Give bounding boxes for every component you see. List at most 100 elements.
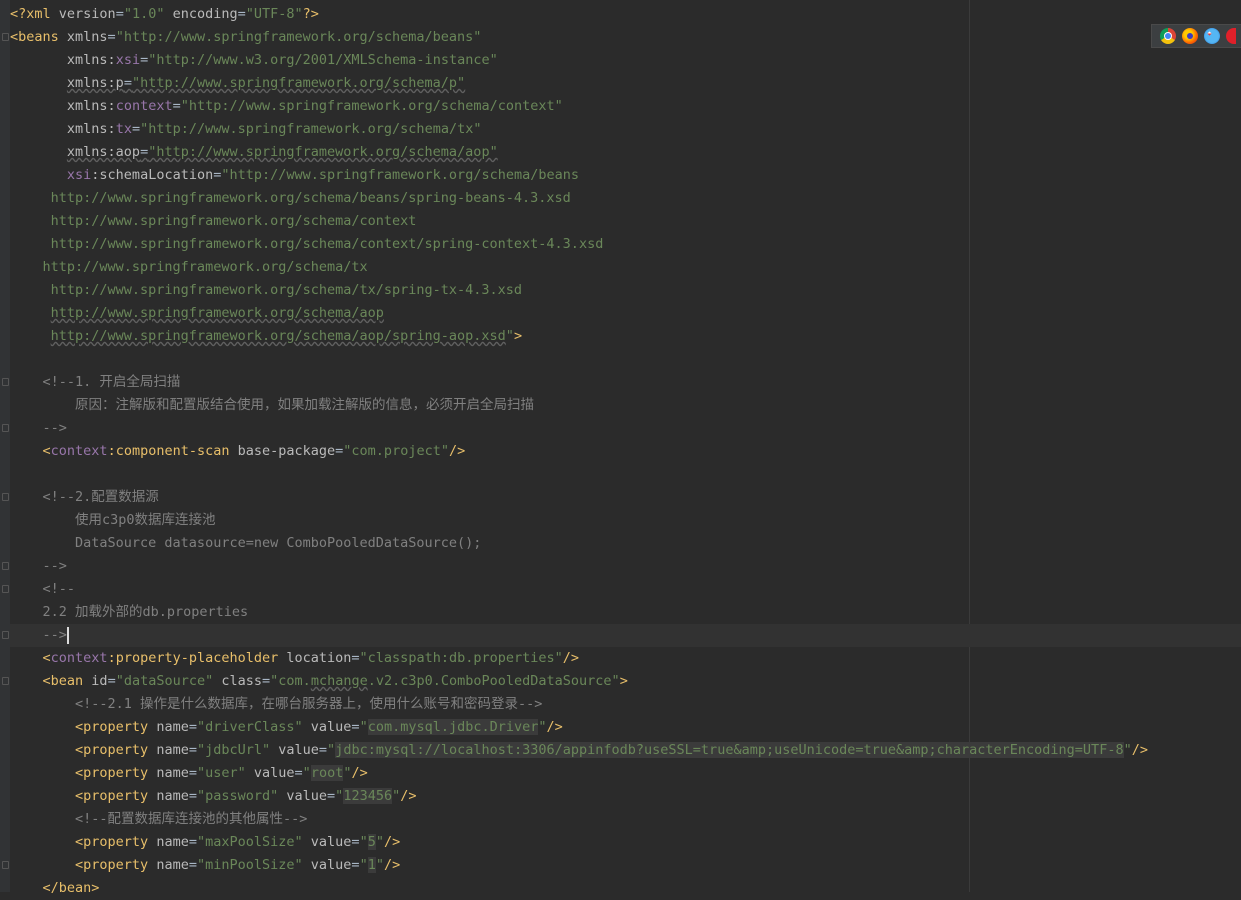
code-token: = xyxy=(188,719,197,735)
code-line[interactable]: 原因：注解版和配置版结合使用，如果加载注解版的信息，必须开启全局扫描 xyxy=(10,394,1241,417)
code-line[interactable]: --> xyxy=(2,417,1241,440)
code-token: value xyxy=(302,719,352,735)
code-token: xmlns: xyxy=(66,121,116,137)
code-line[interactable]: http://www.springframework.org/schema/tx xyxy=(10,256,1241,279)
fold-marker-icon[interactable] xyxy=(2,424,9,432)
code-line[interactable]: xmlns:tx="http://www.springframework.org… xyxy=(10,118,1241,141)
fold-marker-icon[interactable] xyxy=(2,677,9,685)
code-line[interactable]: <beans xmlns="http://www.springframework… xyxy=(2,26,1241,49)
code-token: /> xyxy=(383,857,401,873)
code-token: " xyxy=(375,857,384,873)
code-token: "com.project" xyxy=(343,443,449,459)
fold-marker-icon[interactable] xyxy=(2,378,9,386)
code-line[interactable]: 使用c3p0数据库连接池 xyxy=(10,509,1241,532)
safari-icon[interactable] xyxy=(1204,28,1220,44)
code-token: context xyxy=(115,98,173,114)
code-line[interactable]: DataSource datasource=new ComboPooledDat… xyxy=(10,532,1241,555)
fold-marker-icon[interactable] xyxy=(2,585,9,593)
code-line[interactable]: xmlns:aop="http://www.springframework.or… xyxy=(10,141,1241,164)
code-token: /> xyxy=(1131,742,1148,758)
code-token: <!--1. 开启全局扫描 xyxy=(10,374,181,390)
code-token: "http://www.w3.org/2001/XMLSchema-instan… xyxy=(148,52,498,68)
code-line[interactable]: http://www.springframework.org/schema/co… xyxy=(10,210,1241,233)
code-token: "1.0" xyxy=(123,6,165,22)
code-token: "http://www.springframework.org/schema/t… xyxy=(140,121,482,137)
code-line[interactable]: <context:property-placeholder location="… xyxy=(10,647,1241,670)
code-line[interactable]: http://www.springframework.org/schema/co… xyxy=(10,233,1241,256)
browser-preview-bar xyxy=(1151,24,1241,48)
code-line[interactable]: <property name="user" value="root"/> xyxy=(10,762,1241,785)
code-line[interactable]: <property name="driverClass" value="com.… xyxy=(10,716,1241,739)
firefox-icon[interactable] xyxy=(1182,28,1198,44)
code-line[interactable]: http://www.springframework.org/schema/ao… xyxy=(10,325,1241,348)
code-token: = xyxy=(351,857,360,873)
code-token: <property xyxy=(75,788,157,804)
code-line[interactable]: xmlns:context="http://www.springframewor… xyxy=(10,95,1241,118)
editor-gutter[interactable] xyxy=(0,0,10,892)
code-line[interactable]: http://www.springframework.org/schema/ao… xyxy=(10,302,1241,325)
code-line[interactable]: <property name="minPoolSize" value="1"/> xyxy=(2,854,1241,877)
code-token: tx xyxy=(115,121,132,137)
fold-marker-icon[interactable] xyxy=(2,631,9,639)
code-line[interactable]: </bean> xyxy=(10,877,1241,900)
code-line[interactable]: http://www.springframework.org/schema/tx… xyxy=(10,279,1241,302)
code-line[interactable]: xmlns:xsi="http://www.w3.org/2001/XMLSch… xyxy=(10,49,1241,72)
code-token: value xyxy=(302,834,352,850)
code-editor[interactable]: <?xml version="1.0" encoding="UTF-8"?> <b… xyxy=(2,3,1241,900)
code-line[interactable]: <property name="jdbcUrl" value="jdbc:mys… xyxy=(10,739,1241,762)
code-line[interactable]: --> xyxy=(2,624,1241,647)
code-line[interactable]: http://www.springframework.org/schema/be… xyxy=(10,187,1241,210)
code-token: "com. xyxy=(270,673,311,689)
code-token: base-package xyxy=(237,443,336,459)
code-line[interactable]: <!-- xyxy=(2,578,1241,601)
code-token: 5 xyxy=(367,834,376,850)
code-token: xmlns xyxy=(66,29,108,45)
code-line[interactable]: 2.2 加载外部的db.properties xyxy=(10,601,1241,624)
code-line[interactable]: <!--1. 开启全局扫描 xyxy=(2,371,1241,394)
code-token: :component-scan xyxy=(107,443,238,459)
fold-marker-icon[interactable] xyxy=(2,33,9,41)
code-line[interactable]: <?xml version="1.0" encoding="UTF-8"?> xyxy=(10,3,1241,26)
opera-icon[interactable] xyxy=(1226,28,1236,44)
chrome-icon[interactable] xyxy=(1160,28,1176,44)
code-line[interactable]: <!--2.配置数据源 xyxy=(2,486,1241,509)
code-line[interactable]: <!--2.1 操作是什么数据库，在哪台服务器上，使用什么账号和密码登录--> xyxy=(10,693,1241,716)
code-token: "http://www.springframework.org/schema/b… xyxy=(221,167,579,183)
code-token: name xyxy=(156,834,189,850)
code-line[interactable]: <property name="maxPoolSize" value="5"/> xyxy=(10,831,1241,854)
code-token: = xyxy=(318,742,328,758)
code-token: <property xyxy=(75,719,157,735)
fold-marker-icon[interactable] xyxy=(2,493,9,501)
code-line[interactable]: <context:component-scan base-package="co… xyxy=(10,440,1241,463)
code-line[interactable] xyxy=(10,348,1241,371)
code-token: http://www.springframework.org/schema/be… xyxy=(10,190,571,206)
fold-marker-icon[interactable] xyxy=(2,861,9,869)
code-line[interactable]: xsi:schemaLocation="http://www.springfra… xyxy=(10,164,1241,187)
code-line[interactable]: <property name="password" value="123456"… xyxy=(10,785,1241,808)
code-line[interactable]: xmlns:p="http://www.springframework.org/… xyxy=(10,72,1241,95)
code-token: < xyxy=(42,650,51,666)
code-token: DataSource datasource=new ComboPooledDat… xyxy=(10,535,482,551)
code-token: class xyxy=(213,673,263,689)
code-token: jdbc:mysql://localhost:3306/appinfodb?us… xyxy=(335,742,1124,758)
code-token: 使用c3p0数据库连接池 xyxy=(10,512,216,528)
code-token: = xyxy=(107,673,116,689)
code-token: = xyxy=(188,834,197,850)
code-token: = xyxy=(351,719,360,735)
code-token: "classpath:db.properties" xyxy=(359,650,563,666)
code-token: 1 xyxy=(367,857,376,873)
code-token: = xyxy=(237,6,246,22)
code-token: xmlns: xyxy=(66,98,116,114)
code-line[interactable]: --> xyxy=(2,555,1241,578)
code-line[interactable]: <bean id="dataSource" class="com.mchange… xyxy=(2,670,1241,693)
code-line[interactable] xyxy=(10,463,1241,486)
code-token: context xyxy=(50,443,108,459)
code-line[interactable]: <!--配置数据库连接池的其他属性--> xyxy=(10,808,1241,831)
fold-marker-icon[interactable] xyxy=(2,562,9,570)
